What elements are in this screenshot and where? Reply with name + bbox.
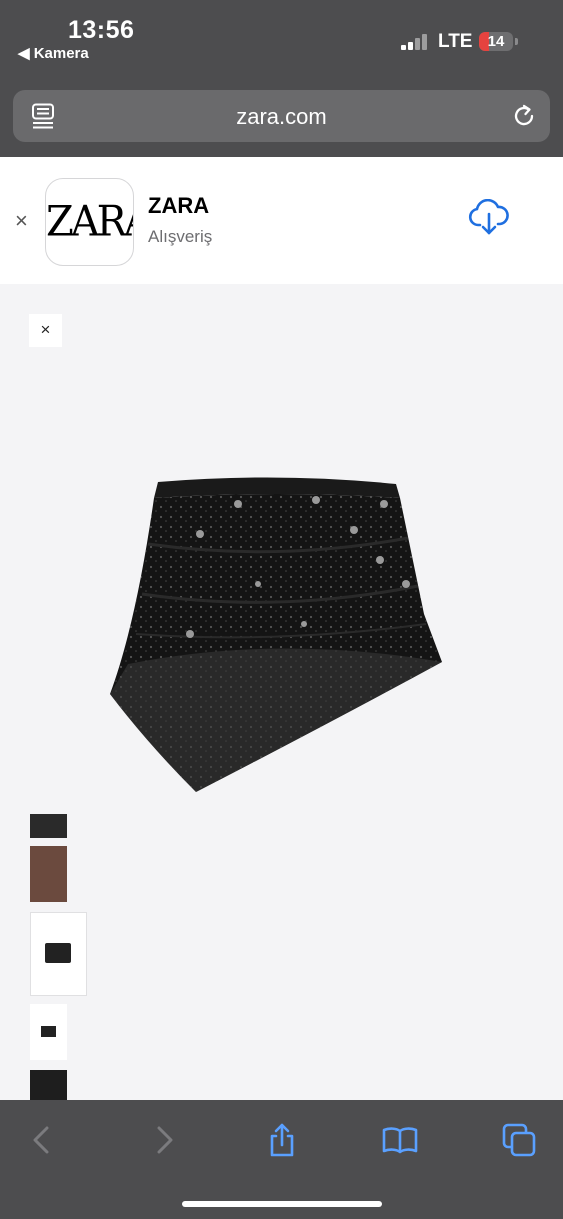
url-text[interactable]: zara.com: [13, 104, 550, 130]
thumbnail-3-image: [45, 943, 71, 963]
battery-tip: [515, 38, 518, 45]
battery-level: 14: [487, 33, 505, 50]
download-cloud-icon[interactable]: [468, 199, 510, 237]
thumbnail-5[interactable]: [30, 1070, 67, 1100]
thumbnail-4[interactable]: [30, 1004, 67, 1060]
viewer-close-button[interactable]: ×: [29, 314, 62, 347]
status-time: 13:56: [68, 16, 135, 44]
browser-top-chrome: 13:56 ◀ Kamera LTE 14 zara.com: [0, 0, 563, 157]
app-name: ZARA: [148, 193, 210, 218]
carrier-label: LTE: [438, 31, 473, 52]
back-to-app-link[interactable]: ◀ Kamera: [18, 44, 89, 62]
app-banner: × ZARA ZARA Alışveriş: [0, 157, 563, 284]
thumbnail-1[interactable]: [30, 814, 67, 838]
browser-bottom-toolbar: [0, 1100, 563, 1219]
thumbnail-2[interactable]: [30, 846, 67, 902]
battery-icon: 14: [479, 32, 513, 51]
product-image-skirt[interactable]: [108, 474, 448, 804]
thumbnail-4-image: [41, 1026, 56, 1037]
share-icon[interactable]: [264, 1122, 300, 1158]
app-icon[interactable]: ZARA: [45, 178, 134, 266]
app-category: Alışveriş: [148, 227, 213, 246]
signal-icon: [401, 34, 431, 50]
zara-logo: ZARA: [46, 197, 133, 247]
home-indicator[interactable]: [182, 1201, 382, 1207]
bookmarks-icon[interactable]: [382, 1122, 418, 1158]
address-bar[interactable]: zara.com: [13, 90, 550, 142]
close-icon: ×: [40, 320, 51, 339]
forward-icon[interactable]: [146, 1122, 182, 1158]
reload-icon[interactable]: [511, 103, 537, 129]
image-viewer: ×: [0, 284, 563, 1100]
tabs-icon[interactable]: [501, 1122, 537, 1158]
banner-close-button[interactable]: ×: [15, 210, 28, 232]
back-icon[interactable]: [24, 1122, 60, 1158]
thumbnail-3-selected[interactable]: [30, 912, 87, 996]
